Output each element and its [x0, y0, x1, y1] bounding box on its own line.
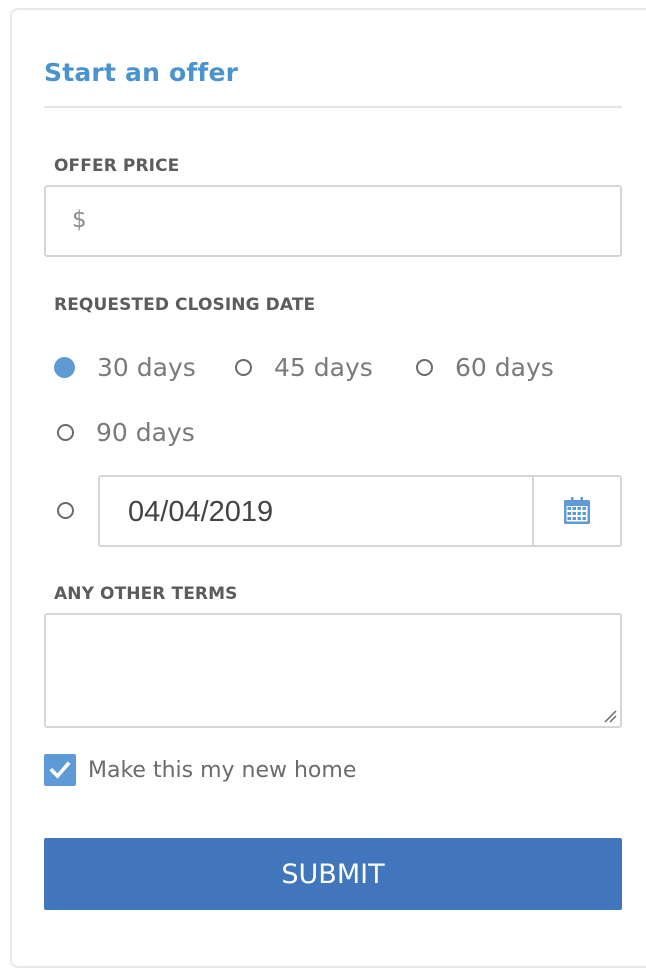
- radio-label: 45 days: [274, 352, 373, 382]
- closing-date-label: REQUESTED CLOSING DATE: [54, 295, 316, 315]
- calendar-button[interactable]: [532, 477, 620, 545]
- dollar-prefix: $: [72, 207, 87, 233]
- radio-button[interactable]: [235, 358, 252, 376]
- radio-button[interactable]: [416, 358, 433, 376]
- form-title: Start an offer: [44, 58, 239, 87]
- new-home-checkbox[interactable]: [44, 754, 76, 786]
- radio-label: 30 days: [97, 352, 196, 382]
- custom-date-input[interactable]: [126, 477, 530, 547]
- offer-price-input[interactable]: [98, 187, 602, 257]
- radio-label: 90 days: [96, 417, 195, 447]
- radio-button-selected[interactable]: [54, 356, 75, 378]
- other-terms-textarea[interactable]: [46, 615, 620, 726]
- offer-price-field[interactable]: $: [44, 185, 622, 257]
- submit-button[interactable]: SUBMIT: [44, 838, 622, 910]
- new-home-checkbox-label: Make this my new home: [88, 757, 357, 783]
- offer-price-label: OFFER PRICE: [54, 156, 180, 176]
- checkmark-icon: [49, 761, 71, 779]
- radio-option-45-days[interactable]: 45 days: [235, 352, 373, 382]
- other-terms-label: ANY OTHER TERMS: [54, 584, 238, 604]
- resize-handle-icon[interactable]: [601, 707, 617, 723]
- title-divider: [44, 106, 622, 108]
- custom-date-field[interactable]: [98, 475, 622, 547]
- new-home-checkbox-row[interactable]: Make this my new home: [44, 753, 356, 787]
- radio-button[interactable]: [57, 423, 74, 441]
- radio-label: 60 days: [455, 352, 554, 382]
- radio-option-30-days[interactable]: 30 days: [54, 352, 196, 382]
- calendar-icon: [564, 497, 590, 524]
- radio-option-60-days[interactable]: 60 days: [416, 352, 554, 382]
- radio-option-90-days[interactable]: 90 days: [57, 417, 195, 447]
- other-terms-field[interactable]: [44, 613, 622, 728]
- radio-option-custom-date[interactable]: [57, 502, 74, 519]
